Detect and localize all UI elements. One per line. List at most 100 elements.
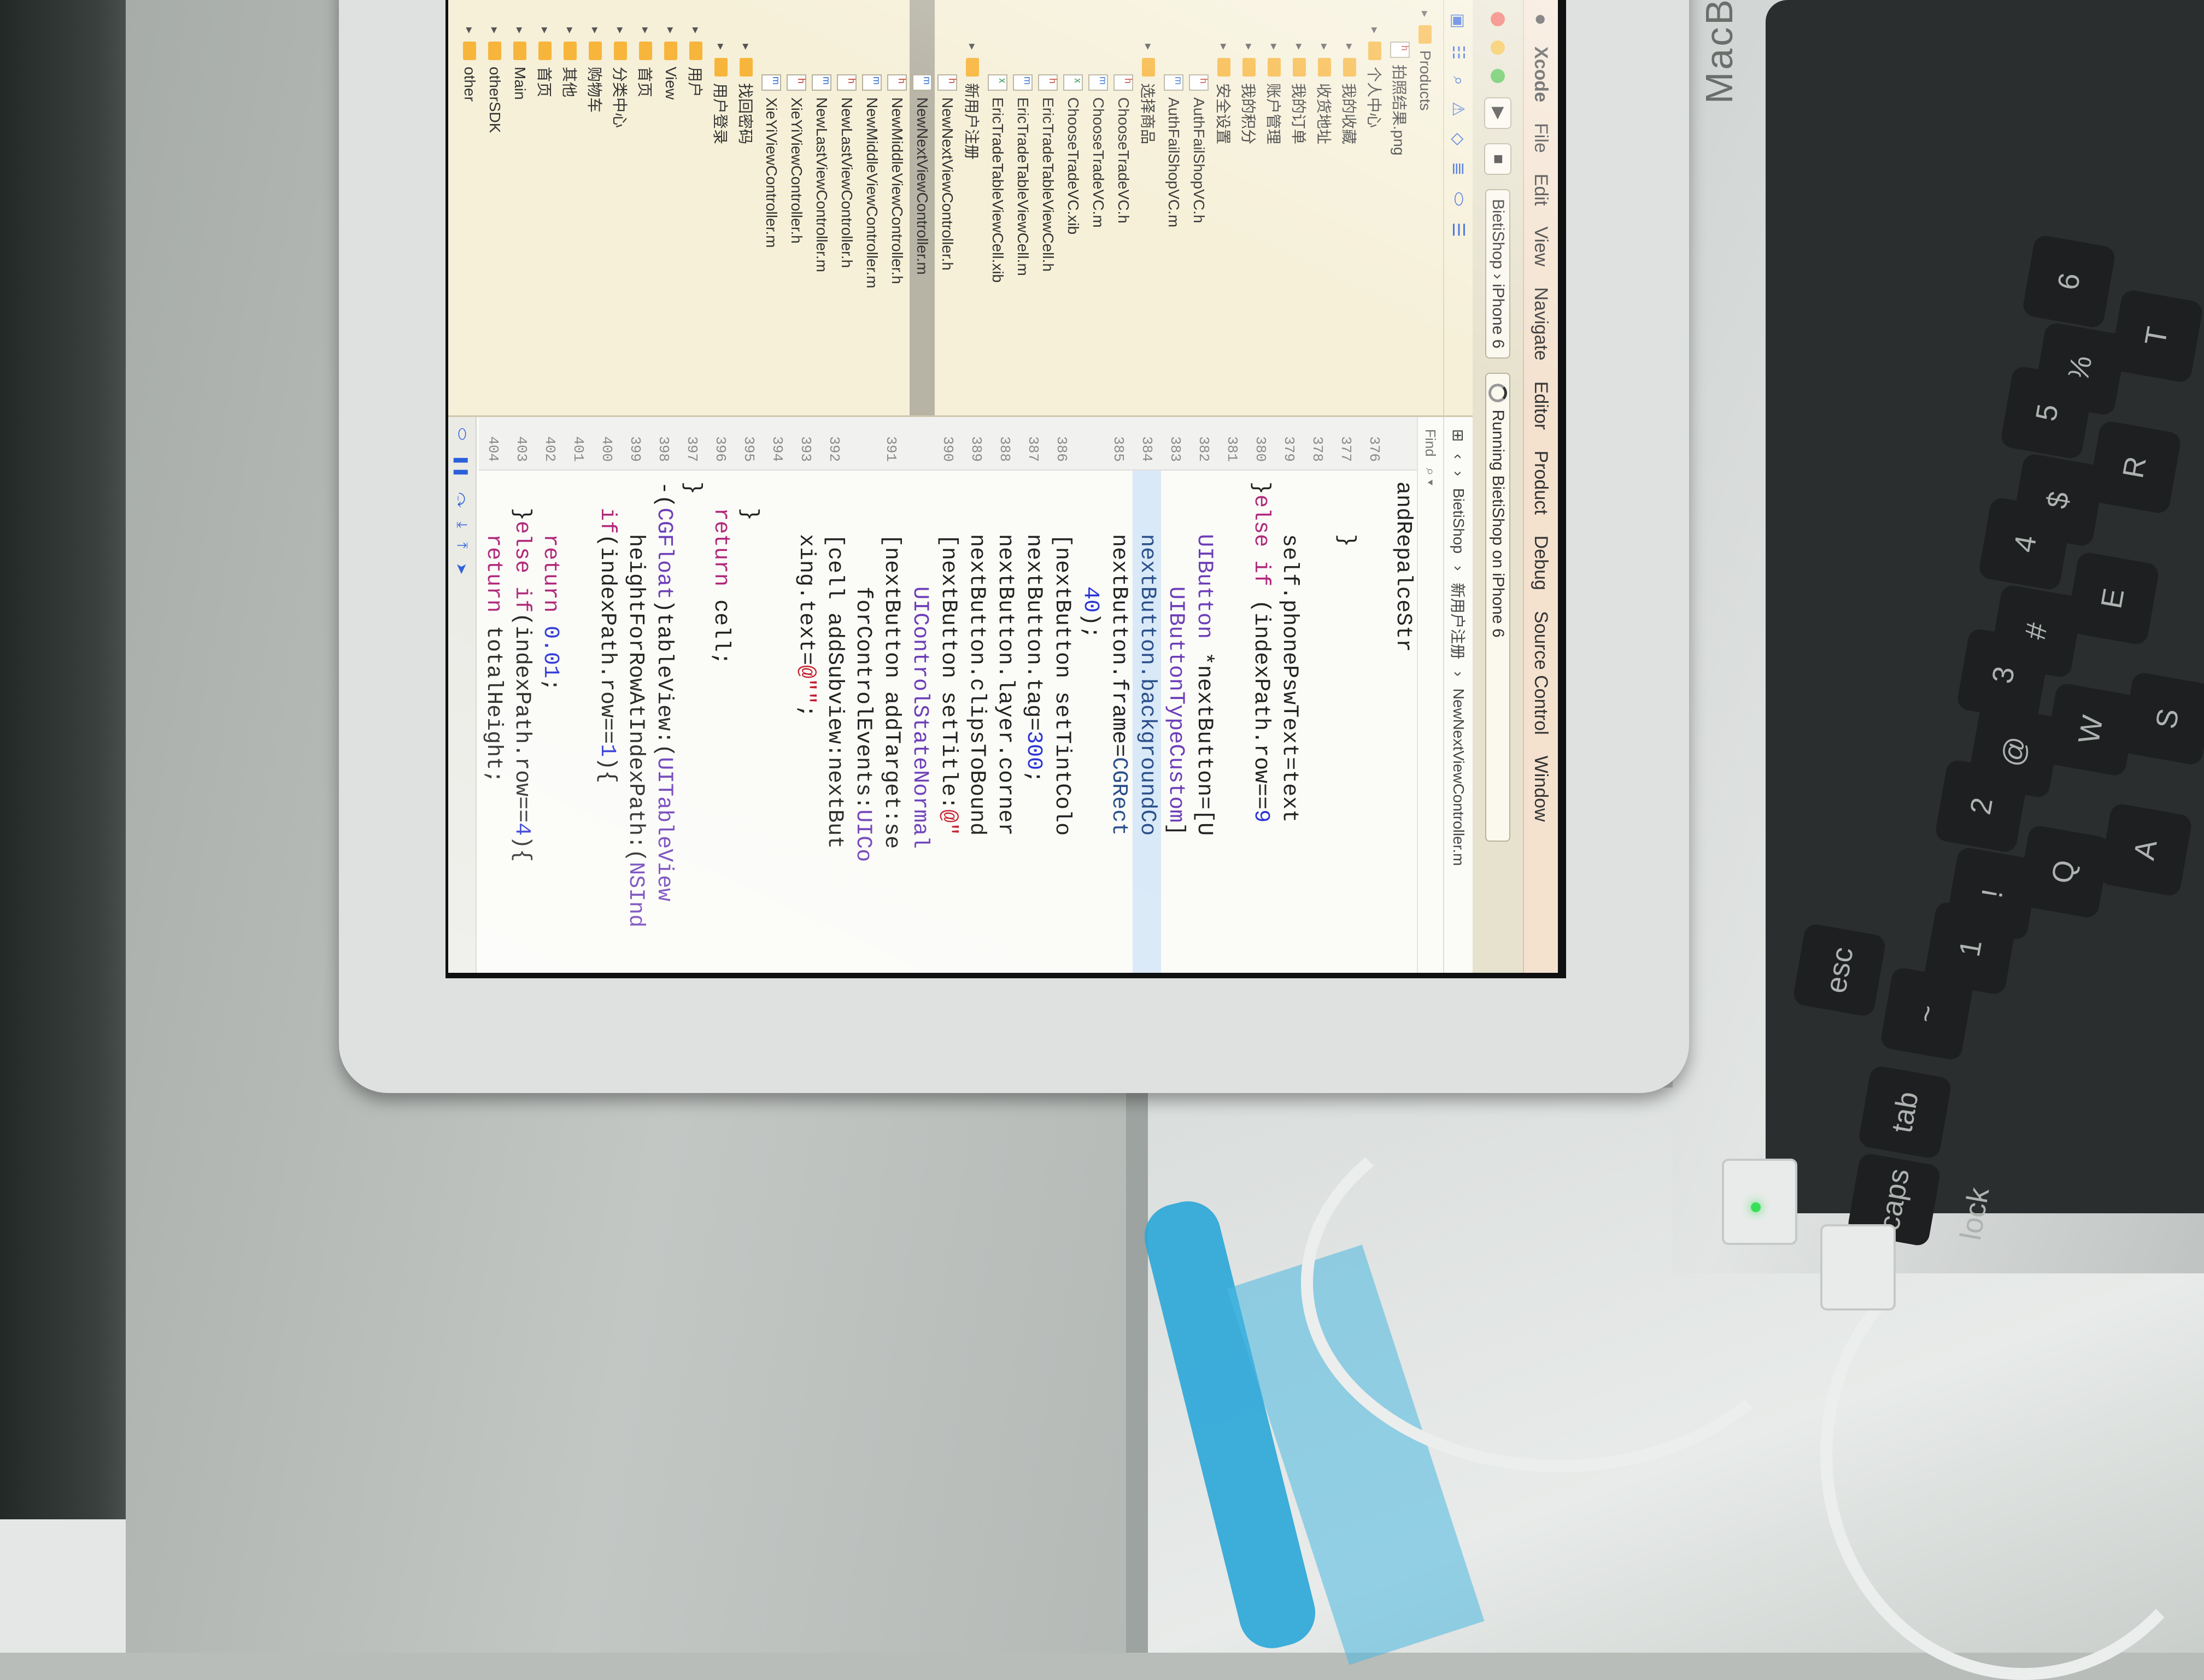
navigator-file[interactable]: EricTradeTableViewCell.h [1035,0,1060,415]
disclosure-triangle-icon[interactable]: ▸ [638,27,653,42]
code-line[interactable]: andRepalceStr [1388,471,1417,973]
run-button[interactable]: ▶ [1484,97,1511,129]
navigator-file[interactable]: AuthFailShopVC.m [1161,0,1186,415]
code-line[interactable]: nextButton.tag=300; [1019,471,1047,973]
step-in-icon[interactable]: ⤓ [453,522,471,528]
disclosure-triangle-icon[interactable]: ▸ [1141,44,1156,58]
code-area[interactable]: 376 377 378 379 380 381 382 383 384 385 386 387 388 3… [479,417,1417,973]
navigator-group[interactable]: ▸ other [457,0,482,415]
menu-view[interactable]: View [1531,226,1552,266]
navigator-group[interactable]: ▸ 购物车 [583,0,608,415]
jump-bar-group[interactable]: 新用户注册 [1447,583,1469,659]
disclosure-triangle-icon[interactable]: ▸ [488,27,502,42]
breakpoint-icon[interactable]: ⬭ [1449,192,1468,206]
code-line[interactable]: [nextButton setTintColo [1047,471,1076,973]
code-line[interactable]: 40); [1076,471,1104,973]
disclosure-triangle-icon[interactable]: ▸ [1217,44,1231,58]
navigator-file[interactable]: ChooseTradeVC.xib [1060,0,1086,415]
disclosure-triangle-icon[interactable]: ▸ [613,27,628,42]
code-line[interactable]: } [735,471,763,973]
navigator-file[interactable]: NewLastViewController.m [809,0,834,415]
jump-bar-file[interactable]: NewNextViewController.m [1450,689,1467,866]
navigator-group[interactable]: ▸ 收货地址 [1312,0,1337,415]
navigator-group[interactable]: ▸ 新用户注册 [960,0,985,415]
code-line[interactable]: xing.text=@""; [792,471,820,973]
disclosure-triangle-icon[interactable]: ▸ [1418,11,1432,25]
code-line[interactable]: nextButton.frame=CGRect [1104,471,1133,973]
menu-product[interactable]: Product [1531,451,1552,515]
code-line[interactable]: UIControlStateNormal [905,471,934,973]
code-line[interactable]: nextButton.backgroundCo [1133,471,1161,973]
apple-icon[interactable]: ● [1529,13,1553,26]
code-line[interactable]: UIButton *nextButton=[U [1189,471,1218,973]
code-line[interactable]: [cell addSubview:nextBut [820,471,848,973]
symbol-icon[interactable]: ☷ [1449,45,1468,60]
navigator-group[interactable]: ▸ 首页 [532,0,558,415]
disclosure-triangle-icon[interactable]: ▸ [1368,27,1382,42]
navigator-group[interactable]: ▸ Main [507,0,532,415]
zoom-window-icon[interactable] [1491,69,1505,83]
navigator-file[interactable]: NewMiddleViewController.h [884,0,910,415]
disclosure-triangle-icon[interactable]: ▸ [588,27,602,42]
navigator-group[interactable]: ▸ 账户管理 [1262,0,1287,415]
test-icon[interactable]: ◇ [1449,133,1468,145]
minimize-window-icon[interactable] [1491,40,1505,55]
code-line[interactable] [1360,471,1388,973]
search-icon[interactable]: ⌕ [1449,76,1468,85]
disclosure-triangle-icon[interactable]: ▸ [513,27,527,42]
navigator-file[interactable]: ChooseTradeVC.m [1086,0,1111,415]
debug-icon[interactable]: ≣ [1449,162,1468,175]
disclosure-triangle-icon[interactable]: ▸ [462,27,477,42]
jump-bar-project[interactable]: BietiShop [1450,488,1467,554]
navigator-file[interactable]: XieYiViewController.m [759,0,784,415]
disclosure-triangle-icon[interactable]: ▸ [739,44,753,58]
navigator-group[interactable]: ▸ 分类中心 [608,0,633,415]
navigator-file[interactable]: EricTradeTableViewCell.m [1010,0,1035,415]
menu-xcode[interactable]: Xcode [1531,46,1552,102]
code-line[interactable] [564,471,593,973]
report-icon[interactable]: ☰ [1449,222,1468,237]
disclosure-triangle-icon[interactable]: ▸ [1292,44,1306,58]
navigator-group[interactable]: ▸ 选择商品 [1136,0,1161,415]
disclosure-triangle-icon[interactable]: ▸ [1317,44,1332,58]
folder-icon[interactable]: ▣ [1449,13,1468,28]
code-line[interactable] [763,471,792,973]
code-line[interactable]: self.phonePswText=text [1275,471,1303,973]
location-icon[interactable]: ➤ [454,563,471,575]
navigator-group[interactable]: ▸ 个人中心 [1362,0,1387,415]
code-line[interactable]: forControlEvents:UICo [848,471,877,973]
navigator-group[interactable]: ▸ otherSDK [482,0,507,415]
code-line[interactable] [1303,471,1332,973]
disclosure-triangle-icon[interactable]: ▸ [714,44,728,58]
disclosure-triangle-icon[interactable]: ▸ [1343,44,1357,58]
scheme-selector[interactable]: BietiShop › iPhone 6 [1485,189,1510,359]
code-line[interactable]: if(indexPath.row==1){ [593,471,621,973]
navigator-group[interactable]: ▸ 用户登录 [708,0,734,415]
code-line[interactable]: nextButton.clipsToBound [962,471,990,973]
disclosure-triangle-icon[interactable]: ▸ [689,27,703,42]
disclosure-triangle-icon[interactable]: ▸ [563,27,577,42]
navigator-group[interactable]: ▸ 我的订单 [1287,0,1312,415]
code-line[interactable]: } [1332,471,1360,973]
navigator-group[interactable]: ▸ 安全设置 [1211,0,1236,415]
navigator-group[interactable]: ▸ 用户 [683,0,708,415]
menu-editor[interactable]: Editor [1531,381,1552,430]
disclosure-triangle-icon[interactable]: ▸ [538,27,552,42]
code-line[interactable]: return cell; [706,471,735,973]
navigator-file[interactable]: AuthFailShopVC.h [1186,0,1211,415]
code-line[interactable]: return totalHeight; [479,471,507,973]
disclosure-triangle-icon[interactable]: ▸ [965,44,980,58]
disclosure-triangle-icon[interactable]: ▸ [1242,44,1256,58]
find-input[interactable]: ⌕ ▾ [1422,468,1439,486]
navigator-file[interactable]: ChooseTradeVC.h [1111,0,1136,415]
code-line[interactable]: [nextButton addTarget:se [877,471,905,973]
code-line[interactable]: UIButtonTypeCustom] [1161,471,1189,973]
code-line[interactable]: nextButton.layer.corner [990,471,1019,973]
menu-navigate[interactable]: Navigate [1531,287,1552,360]
back-icon[interactable]: ‹ [1450,454,1467,459]
menu-window[interactable]: Window [1531,756,1552,822]
stop-button[interactable]: ■ [1484,143,1511,175]
navigator-group[interactable]: ▸ 我的积分 [1236,0,1262,415]
menu-source-control[interactable]: Source Control [1531,611,1552,735]
navigator-file[interactable]: NewMiddleViewController.m [859,0,884,415]
